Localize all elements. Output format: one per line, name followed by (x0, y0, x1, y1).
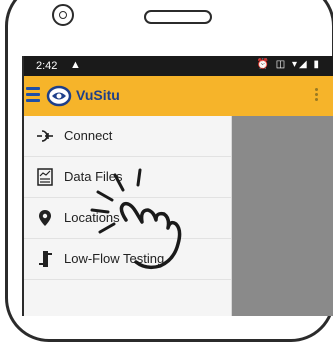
low-flow-testing-icon (39, 251, 52, 267)
drawer-item-label: Locations (64, 210, 120, 225)
navigation-drawer: Connect Data Files Locations Low-Flow Te… (24, 116, 232, 316)
phone-screen: 2:42 ▲ ⏰ ◫ ▾◢ ▮ VuSitu Connect Data File… (22, 56, 333, 316)
drawer-item-locations[interactable]: Locations (24, 198, 231, 239)
status-icons: ⏰ ◫ ▾◢ ▮ (256, 59, 321, 70)
drawer-item-label: Connect (64, 128, 113, 143)
vusitu-logo-icon (46, 85, 72, 107)
status-time: 2:42 (36, 60, 58, 72)
warning-icon: ▲ (70, 59, 81, 71)
location-pin-icon (39, 210, 51, 226)
overflow-menu-icon[interactable] (315, 88, 319, 104)
app-title: VuSitu (76, 87, 120, 103)
hamburger-menu-icon[interactable] (26, 87, 40, 103)
status-bar: 2:42 ▲ ⏰ ◫ ▾◢ ▮ (24, 56, 333, 76)
drawer-item-label: Data Files (64, 169, 123, 184)
app-bar: VuSitu (24, 76, 333, 116)
drawer-item-data-files[interactable]: Data Files (24, 157, 231, 198)
drawer-item-label: Low-Flow Testing (64, 251, 165, 266)
data-files-icon (37, 168, 53, 186)
camera-lens (59, 11, 67, 19)
earpiece-speaker (144, 10, 212, 24)
connect-icon (37, 130, 53, 142)
drawer-item-connect[interactable]: Connect (24, 116, 231, 157)
front-camera-icon (52, 4, 74, 26)
drawer-item-low-flow-testing[interactable]: Low-Flow Testing (24, 239, 231, 280)
